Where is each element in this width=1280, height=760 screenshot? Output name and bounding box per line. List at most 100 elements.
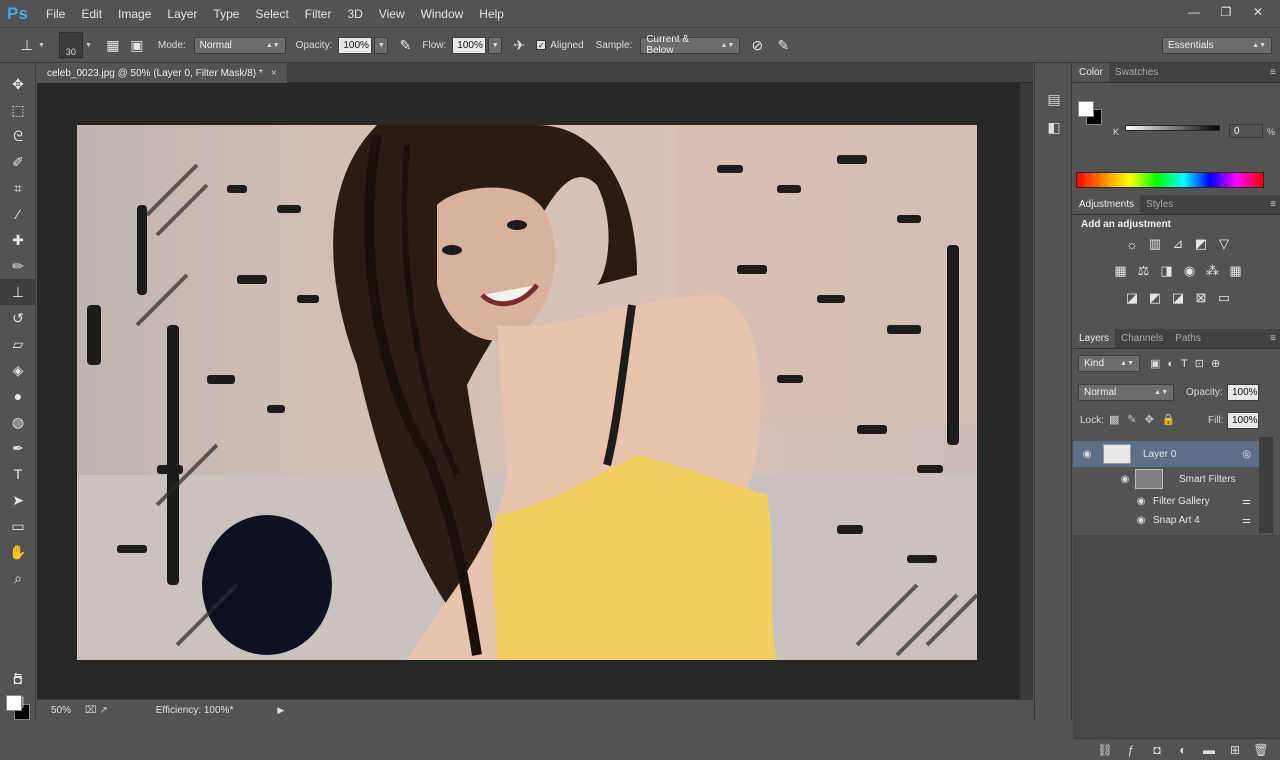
- new-group-icon[interactable]: ▬: [1196, 743, 1222, 757]
- quick-selection-tool-icon[interactable]: ✐: [0, 149, 36, 175]
- menu-layer[interactable]: Layer: [159, 7, 205, 21]
- tab-swatches[interactable]: Swatches: [1109, 63, 1164, 82]
- panel-menu-icon[interactable]: ≡: [1270, 333, 1276, 344]
- posterize-icon[interactable]: ◩: [1144, 289, 1167, 307]
- tab-styles[interactable]: Styles: [1140, 195, 1179, 214]
- hand-tool-icon[interactable]: ✋: [0, 539, 36, 565]
- blending-options-icon[interactable]: ⚌: [1242, 496, 1251, 507]
- menu-select[interactable]: Select: [247, 7, 296, 21]
- pressure-size-icon[interactable]: ✎: [774, 36, 792, 54]
- black-white-icon[interactable]: ◨: [1155, 262, 1178, 280]
- layer-opacity-input[interactable]: 100%: [1227, 384, 1259, 401]
- ignore-adjustment-layers-icon[interactable]: ⊘: [748, 36, 766, 54]
- layer-filter-kind-select[interactable]: Kind ▲▼: [1078, 355, 1140, 372]
- layers-scrollbar[interactable]: [1259, 437, 1273, 533]
- marquee-tool-icon[interactable]: ⬚: [0, 97, 36, 123]
- menu-view[interactable]: View: [371, 7, 413, 21]
- selective-color-icon[interactable]: ⊠: [1190, 289, 1213, 307]
- history-brush-tool-icon[interactable]: ↺: [0, 305, 36, 331]
- opacity-input[interactable]: 100%: [338, 36, 373, 54]
- layer-style-icon[interactable]: ƒ: [1118, 743, 1144, 757]
- status-menu-arrow-icon[interactable]: ▶: [277, 705, 284, 716]
- exposure-icon[interactable]: ◩: [1190, 235, 1213, 253]
- blending-options-icon[interactable]: ⚌: [1242, 515, 1251, 526]
- fill-input[interactable]: 100%: [1227, 412, 1259, 429]
- layer-filter-icons[interactable]: ▣◐T⊡⊕: [1150, 357, 1227, 370]
- panel-menu-icon[interactable]: ≡: [1270, 67, 1276, 78]
- properties-panel-icon[interactable]: ◧: [1035, 113, 1073, 141]
- rectangle-tool-icon[interactable]: ▭: [0, 513, 36, 539]
- brightness-icon[interactable]: ☼: [1121, 235, 1144, 253]
- new-layer-icon[interactable]: ⊞: [1222, 743, 1248, 757]
- adjustment-layer-icon[interactable]: ◐: [1170, 743, 1196, 757]
- color-balance-icon[interactable]: ⚖: [1132, 262, 1155, 280]
- lasso-tool-icon[interactable]: ᘓ: [0, 123, 36, 149]
- tab-paths[interactable]: Paths: [1169, 329, 1207, 348]
- move-tool-icon[interactable]: ✥: [0, 71, 36, 97]
- eraser-tool-icon[interactable]: ▱: [0, 331, 36, 357]
- history-panel-icon[interactable]: ▤: [1035, 85, 1073, 113]
- curves-icon[interactable]: ⊿: [1167, 235, 1190, 253]
- visibility-eye-icon[interactable]: ◉: [1135, 515, 1147, 526]
- gradient-map-icon[interactable]: ▭: [1213, 289, 1236, 307]
- layer-row-filter-gallery[interactable]: ◉ Filter Gallery ⚌: [1073, 492, 1259, 510]
- invert-icon[interactable]: ◪: [1121, 289, 1144, 307]
- layer-row-layer-0[interactable]: ◉ Layer 0 ◎: [1073, 441, 1259, 467]
- clone-source-panel-icon[interactable]: ▣: [128, 36, 146, 54]
- layer-row-smart-filters[interactable]: ◉ Smart Filters: [1073, 467, 1259, 491]
- menu-type[interactable]: Type: [205, 7, 247, 21]
- vibrance-icon[interactable]: ▽: [1213, 235, 1236, 253]
- menu-image[interactable]: Image: [110, 7, 159, 21]
- foreground-color-swatch[interactable]: [6, 695, 22, 711]
- flow-input[interactable]: 100%: [452, 36, 487, 54]
- filter-mask-thumbnail[interactable]: [1135, 469, 1163, 489]
- color-lookup-icon[interactable]: ▦: [1224, 262, 1247, 280]
- clone-stamp-tool-icon[interactable]: ⊥: [0, 279, 36, 305]
- brush-picker-chevron-icon[interactable]: ▼: [85, 42, 92, 49]
- close-button[interactable]: ✕: [1242, 2, 1274, 22]
- eyedropper-tool-icon[interactable]: ⁄: [0, 201, 36, 227]
- airbrush-icon[interactable]: ✈: [510, 36, 528, 54]
- pressure-opacity-icon[interactable]: ✎: [396, 36, 414, 54]
- lock-icons[interactable]: ▩✎✥🔒: [1109, 413, 1184, 426]
- pen-tool-icon[interactable]: ✒: [0, 435, 36, 461]
- visibility-eye-icon[interactable]: ◉: [1135, 496, 1147, 507]
- paint-bucket-tool-icon[interactable]: ◈: [0, 357, 36, 383]
- link-layers-icon[interactable]: ⛓: [1092, 743, 1118, 757]
- clone-stamp-icon[interactable]: ⊥: [18, 36, 36, 54]
- restore-button[interactable]: ❐: [1210, 2, 1242, 22]
- menu-3d[interactable]: 3D: [339, 7, 370, 21]
- dodge-tool-icon[interactable]: ◍: [0, 409, 36, 435]
- color-spectrum[interactable]: [1076, 172, 1264, 188]
- threshold-icon[interactable]: ◪: [1167, 289, 1190, 307]
- menu-window[interactable]: Window: [413, 7, 472, 21]
- k-value-input[interactable]: 0: [1229, 124, 1263, 138]
- menu-edit[interactable]: Edit: [73, 7, 110, 21]
- menu-file[interactable]: File: [38, 7, 73, 21]
- status-options-icon[interactable]: ⌧ ↗: [85, 705, 108, 716]
- mode-select[interactable]: Normal ▲▼: [193, 36, 286, 54]
- type-tool-icon[interactable]: T: [0, 461, 36, 487]
- add-mask-icon[interactable]: ◘: [1144, 743, 1170, 757]
- menu-filter[interactable]: Filter: [297, 7, 340, 21]
- zoom-tool-icon[interactable]: ⌕: [0, 565, 36, 591]
- healing-brush-tool-icon[interactable]: ✚: [0, 227, 36, 253]
- crop-tool-icon[interactable]: ⌗: [0, 175, 36, 201]
- k-slider[interactable]: [1125, 125, 1220, 131]
- document-tab[interactable]: celeb_0023.jpg @ 50% (Layer 0, Filter Ma…: [37, 63, 287, 83]
- tool-preset-chevron-icon[interactable]: ▼: [38, 42, 45, 49]
- flow-slider-button[interactable]: ▼: [488, 36, 503, 54]
- blur-tool-icon[interactable]: ●: [0, 383, 36, 409]
- tab-channels[interactable]: Channels: [1115, 329, 1169, 348]
- brush-tool-icon[interactable]: ✏: [0, 253, 36, 279]
- brush-panel-icon[interactable]: ▦: [104, 36, 122, 54]
- quick-mask-icon[interactable]: ◘: [0, 671, 36, 687]
- aligned-checkbox[interactable]: ✓: [536, 40, 547, 50]
- brush-size-preview[interactable]: 30: [58, 32, 83, 58]
- tab-layers[interactable]: Layers: [1073, 329, 1116, 348]
- photo-filter-icon[interactable]: ◉: [1178, 262, 1201, 280]
- visibility-eye-icon[interactable]: ◉: [1081, 449, 1093, 460]
- color-foreground-swatch[interactable]: [1078, 101, 1094, 117]
- panel-menu-icon[interactable]: ≡: [1270, 199, 1276, 210]
- close-tab-icon[interactable]: ×: [271, 68, 277, 79]
